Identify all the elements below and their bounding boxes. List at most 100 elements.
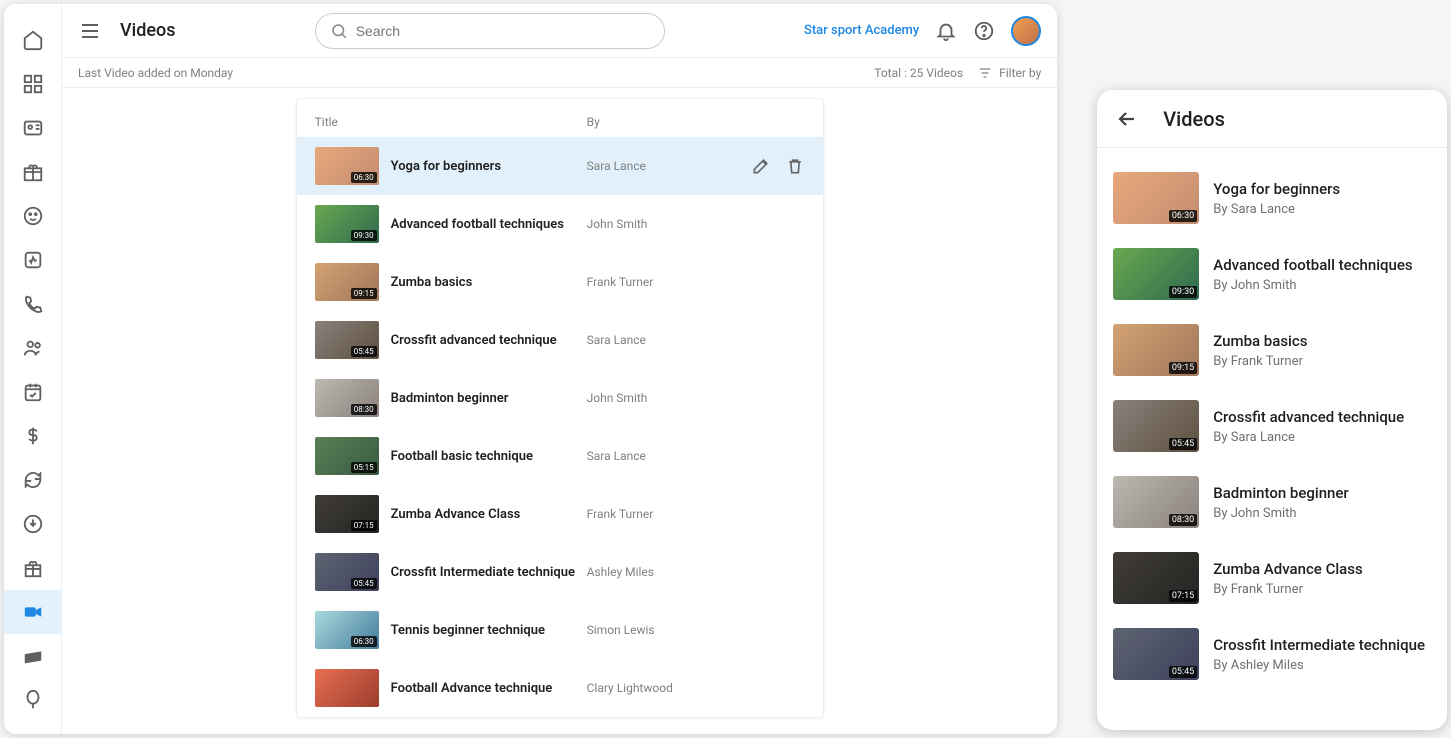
video-title: Advanced football techniques	[1213, 256, 1412, 274]
sidebar-item-more[interactable]	[11, 678, 55, 722]
video-author: John Smith	[587, 217, 805, 231]
video-thumbnail	[315, 669, 379, 707]
org-link[interactable]: Star sport Academy	[804, 23, 919, 38]
video-author: By Sara Lance	[1213, 202, 1340, 217]
sidebar-item-members[interactable]	[11, 106, 55, 150]
sidebar-item-home[interactable]	[11, 18, 55, 62]
filter-icon	[977, 65, 993, 81]
table-row[interactable]: 09:30Advanced football techniquesJohn Sm…	[297, 195, 823, 253]
help-icon[interactable]	[973, 20, 995, 42]
duration-badge: 09:30	[351, 230, 377, 241]
video-info: Crossfit Intermediate techniqueBy Ashley…	[1213, 628, 1425, 680]
filter-label: Filter by	[999, 66, 1041, 80]
total-count-label: Total : 25 Videos	[874, 66, 963, 80]
table-row[interactable]: 05:45Crossfit Intermediate techniqueAshl…	[297, 543, 823, 601]
desktop-app-window: Videos Star sport Academy Last Video add…	[4, 4, 1057, 734]
video-thumbnail: 09:15	[1113, 324, 1199, 376]
video-author: By Frank Turner	[1213, 354, 1307, 369]
edit-icon[interactable]	[751, 156, 771, 176]
video-info: Yoga for beginnersBy Sara Lance	[1213, 172, 1340, 224]
dashboard-icon	[22, 73, 44, 95]
search-box[interactable]	[315, 13, 665, 49]
menu-icon[interactable]	[78, 19, 102, 43]
list-item[interactable]: 09:30 Advanced football techniques By John…	[1113, 236, 1431, 312]
duration-badge: 05:15	[351, 462, 377, 473]
table-row[interactable]: Football Advance techniqueClary Lightwoo…	[297, 659, 823, 717]
table-row[interactable]: 07:15Zumba Advance ClassFrank Turner	[297, 485, 823, 543]
list-item[interactable]: 06:30 Yoga for beginnersBy Sara Lance	[1113, 160, 1431, 236]
row-actions	[751, 156, 805, 176]
sidebar-item-profile[interactable]	[11, 194, 55, 238]
list-item[interactable]: 07:15Zumba Advance ClassBy Frank Turner	[1113, 540, 1431, 616]
list-item[interactable]: 05:45 Crossfit Intermediate techniqueBy A…	[1113, 616, 1431, 692]
sidebar-item-packages[interactable]	[11, 150, 55, 194]
duration-badge: 09:15	[351, 288, 377, 299]
list-item[interactable]: 09:15 Zumba basics By Frank Turner	[1113, 312, 1431, 388]
table-row[interactable]: 09:15Zumba basicsFrank Turner	[297, 253, 823, 311]
video-info: Advanced football techniques By John Smit…	[1213, 248, 1412, 300]
bell-icon[interactable]	[935, 20, 957, 42]
table-row[interactable]: 06:30Tennis beginner techniqueSimon Lewi…	[297, 601, 823, 659]
avatar[interactable]	[1011, 16, 1041, 46]
main-panel: Videos Star sport Academy Last Video add…	[62, 4, 1057, 734]
last-added-label: Last Video added on Monday	[78, 66, 233, 80]
event-icon	[22, 381, 44, 403]
table-row[interactable]: 08:30Badminton beginnerJohn Smith	[297, 369, 823, 427]
sidebar-item-dashboard[interactable]	[11, 62, 55, 106]
video-title: Zumba basics	[1213, 332, 1307, 350]
home-icon	[22, 29, 44, 51]
video-title: Crossfit Intermediate technique	[1213, 636, 1425, 654]
duration-badge: 05:45	[351, 346, 377, 357]
video-author: By John Smith	[1213, 506, 1349, 521]
filter-button[interactable]: Filter by	[977, 65, 1041, 81]
video-author: By Frank Turner	[1213, 582, 1362, 597]
video-title: Football Advance technique	[391, 681, 587, 696]
duration-badge: 09:15	[1169, 362, 1197, 374]
sidebar-item-staff[interactable]	[11, 326, 55, 370]
duration-badge: 05:45	[351, 578, 377, 589]
sidebar-item-videos[interactable]	[4, 590, 62, 634]
video-author: Simon Lewis	[587, 623, 805, 637]
video-table: Title By 06:30Yoga for beginnersSara Lan…	[296, 98, 824, 718]
sidebar-item-payments[interactable]	[11, 634, 55, 678]
back-icon[interactable]	[1115, 107, 1139, 131]
video-thumbnail: 08:30	[315, 379, 379, 417]
duration-badge: 06:30	[1169, 210, 1197, 222]
video-thumbnail: 09:30	[1113, 248, 1199, 300]
mobile-video-list[interactable]: 06:30 Yoga for beginnersBy Sara Lance 09:3…	[1097, 148, 1447, 730]
sidebar-item-schedule[interactable]	[11, 370, 55, 414]
dollar-icon	[22, 425, 44, 447]
video-title: Badminton beginner	[1213, 484, 1349, 502]
video-thumbnail: 08:30	[1113, 476, 1199, 528]
sidebar-item-download[interactable]	[11, 502, 55, 546]
duration-badge: 05:45	[1169, 666, 1197, 678]
video-title: Zumba Advance Class	[1213, 560, 1362, 578]
video-thumbnail: 09:30	[315, 205, 379, 243]
sidebar-item-activity[interactable]	[11, 238, 55, 282]
table-row[interactable]: 06:30Yoga for beginnersSara Lance	[297, 137, 823, 195]
table-row[interactable]: 05:15Football basic techniqueSara Lance	[297, 427, 823, 485]
sidebar-nav	[4, 4, 62, 734]
delete-icon[interactable]	[785, 156, 805, 176]
video-thumbnail: 05:45	[1113, 628, 1199, 680]
table-header: Title By	[297, 99, 823, 137]
video-title: Crossfit advanced technique	[391, 333, 587, 348]
list-item[interactable]: 08:30 Badminton beginner By John Smith	[1113, 464, 1431, 540]
video-author: Frank Turner	[587, 507, 805, 521]
face-icon	[22, 205, 44, 227]
col-header-title: Title	[315, 115, 587, 129]
table-row[interactable]: 05:45Crossfit advanced techniqueSara Lan…	[297, 311, 823, 369]
video-title: Football basic technique	[391, 449, 587, 464]
sidebar-item-rewards[interactable]	[11, 546, 55, 590]
video-author: By John Smith	[1213, 278, 1412, 293]
mobile-page-title: Videos	[1163, 107, 1225, 131]
video-thumbnail: 05:45	[315, 553, 379, 591]
duration-badge: 08:30	[351, 404, 377, 415]
duration-badge: 08:30	[1169, 514, 1197, 526]
sidebar-item-sync[interactable]	[11, 458, 55, 502]
sidebar-item-calls[interactable]	[11, 282, 55, 326]
search-input[interactable]	[356, 23, 650, 39]
sidebar-item-billing[interactable]	[11, 414, 55, 458]
mobile-app-window: Videos 06:30 Yoga for beginnersBy Sara La…	[1097, 90, 1447, 730]
list-item[interactable]: 05:45Crossfit advanced techniqueBy Sara …	[1113, 388, 1431, 464]
